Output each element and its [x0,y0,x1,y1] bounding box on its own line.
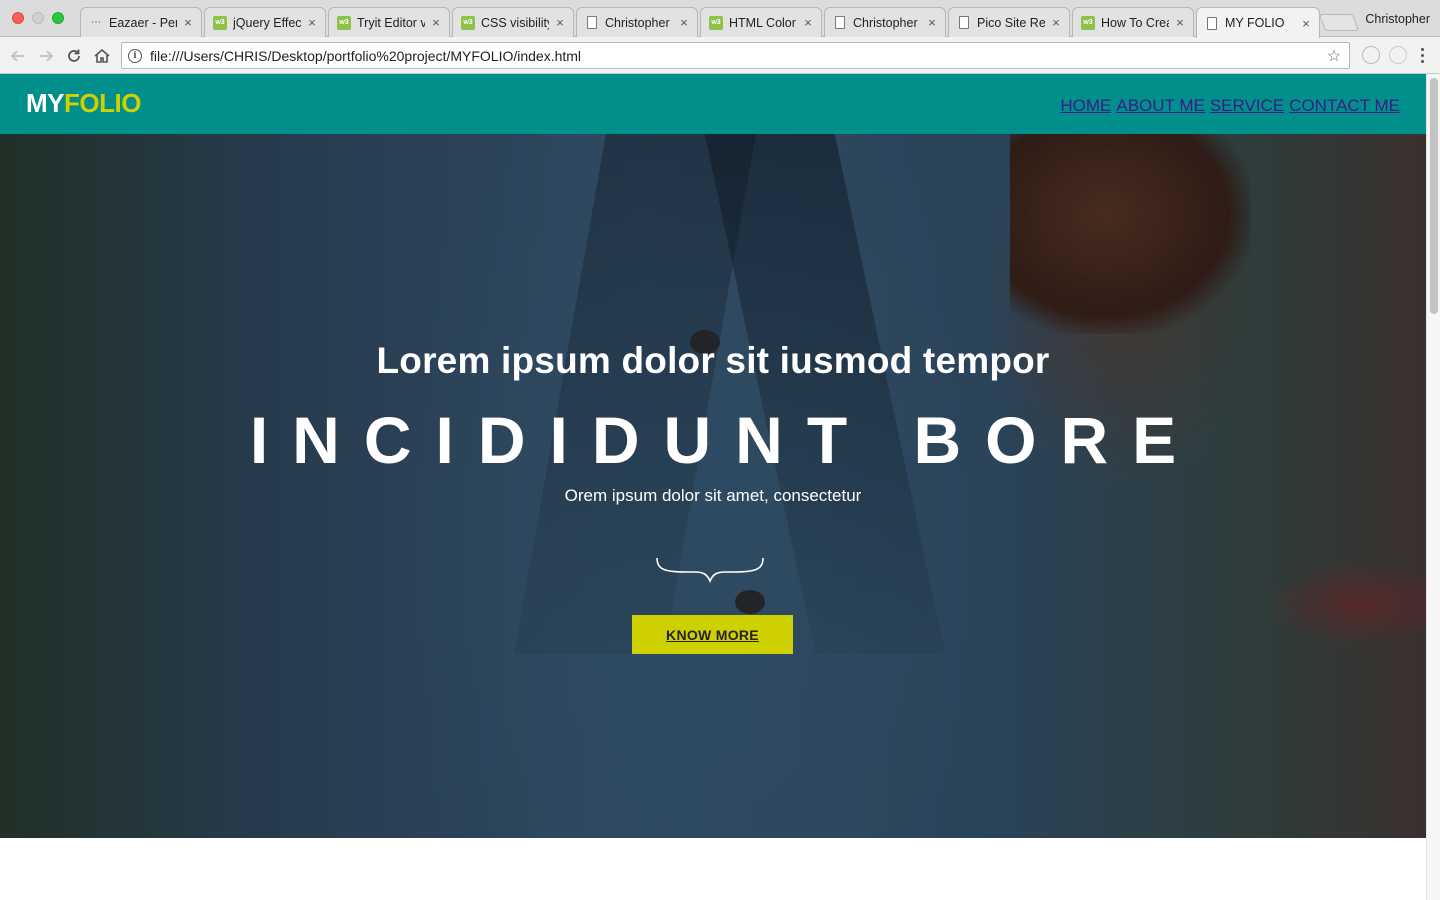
nav-link-service[interactable]: SERVICE [1210,96,1284,116]
nav-link-about[interactable]: ABOUT ME [1116,96,1204,116]
w3schools-icon: w3 [337,15,351,30]
hero-subtitle: Orem ipsum dolor sit amet, consectetur [564,486,862,505]
document-icon [587,16,597,29]
close-tab-icon[interactable]: × [553,15,567,30]
tab-title: HTML Color [729,15,796,30]
tab-title: Pico Site Rep [977,15,1045,30]
tab-title: Christopher [605,15,670,30]
nav-link-contact[interactable]: CONTACT ME [1289,96,1400,116]
new-tab-button[interactable] [1318,14,1360,31]
hero-title: Lorem ipsum dolor sit iusmod tempor [376,340,1050,381]
close-tab-icon[interactable]: × [677,15,691,30]
nav-link-home[interactable]: HOME [1060,96,1111,116]
extension-icon[interactable] [1389,46,1407,64]
browser-tab[interactable]: w3 How To Crea × [1072,7,1194,37]
brace-divider-icon [656,557,764,584]
browser-tab[interactable]: Pico Site Rep × [948,7,1070,37]
home-icon[interactable] [91,45,113,67]
close-tab-icon[interactable]: × [1049,15,1063,30]
page-viewport: MYFOLIO HOME ABOUT ME SERVICE CONTACT ME… [0,74,1426,900]
w3schools-icon: w3 [709,15,723,30]
arrow-right-icon[interactable] [35,45,57,67]
document-icon [1207,16,1217,30]
tab-title: Tryit Editor v [357,15,425,30]
close-tab-icon[interactable]: × [429,15,443,30]
page-scrollbar[interactable] [1426,74,1440,900]
close-tab-icon[interactable]: × [181,15,195,30]
w3schools-icon: w3 [1081,15,1095,30]
tab-title: CSS visibility [481,15,549,30]
document-icon [959,16,969,29]
browser-tab[interactable]: w3 CSS visibility × [452,7,574,37]
info-icon[interactable]: i [128,48,142,63]
more-vert-icon[interactable] [1414,44,1430,66]
url-text[interactable]: file:///Users/CHRIS/Desktop/portfolio%20… [150,48,1323,64]
browser-tab[interactable]: ⋯ Eazaer - Per × [80,7,202,37]
page-icon: ⋯ [91,17,101,28]
tab-title: How To Crea [1101,15,1169,30]
close-tab-icon[interactable]: × [305,15,319,30]
site-logo[interactable]: MYFOLIO [26,88,141,119]
browser-tab[interactable]: w3 Tryit Editor v × [328,7,450,37]
tab-title: Eazaer - Per [109,15,177,30]
document-icon [835,16,845,29]
browser-tab-strip: ⋯ Eazaer - Per × w3 jQuery Effec × w3 Tr… [0,0,1440,38]
browser-tab[interactable]: Christopher × [576,7,698,37]
address-bar[interactable]: i file:///Users/CHRIS/Desktop/portfolio%… [121,42,1350,69]
window-close-button[interactable] [12,12,24,24]
close-tab-icon[interactable]: × [1173,15,1187,30]
hero-content: Lorem ipsum dolor sit iusmod tempor INCI… [0,134,1426,838]
tab-title: Christopher [853,15,918,30]
profile-name[interactable]: Christopher [1365,12,1430,26]
close-tab-icon[interactable]: × [801,15,815,30]
tab-title: jQuery Effec [233,15,301,30]
logo-part-folio: FOLIO [64,88,141,118]
browser-tab[interactable]: Christopher × [824,7,946,37]
w3schools-icon: w3 [461,15,475,30]
tab-title: MY FOLIO [1225,16,1285,30]
browser-tab[interactable]: w3 jQuery Effec × [204,7,326,37]
browser-tab-active[interactable]: MY FOLIO × [1196,7,1320,38]
browser-tab[interactable]: w3 HTML Color × [700,7,822,37]
arrow-left-icon[interactable] [7,45,29,67]
reload-icon[interactable] [63,45,85,67]
star-icon[interactable]: ☆ [1323,46,1345,66]
window-minimize-button[interactable] [32,12,44,24]
extension-icon[interactable] [1362,46,1380,64]
scrollbar-thumb[interactable] [1430,78,1438,314]
know-more-button[interactable]: KNOW MORE [632,615,793,654]
w3schools-icon: w3 [213,15,227,30]
main-nav: HOME ABOUT ME SERVICE CONTACT ME [1060,96,1400,116]
hero-section: Lorem ipsum dolor sit iusmod tempor INCI… [0,134,1426,838]
hero-big-title: INCIDIDUNT BORE [249,403,1201,477]
logo-part-my: MY [26,88,65,118]
close-tab-icon[interactable]: × [1299,16,1313,31]
site-header: MYFOLIO HOME ABOUT ME SERVICE CONTACT ME [0,74,1426,134]
close-tab-icon[interactable]: × [925,15,939,30]
window-zoom-button[interactable] [52,12,64,24]
